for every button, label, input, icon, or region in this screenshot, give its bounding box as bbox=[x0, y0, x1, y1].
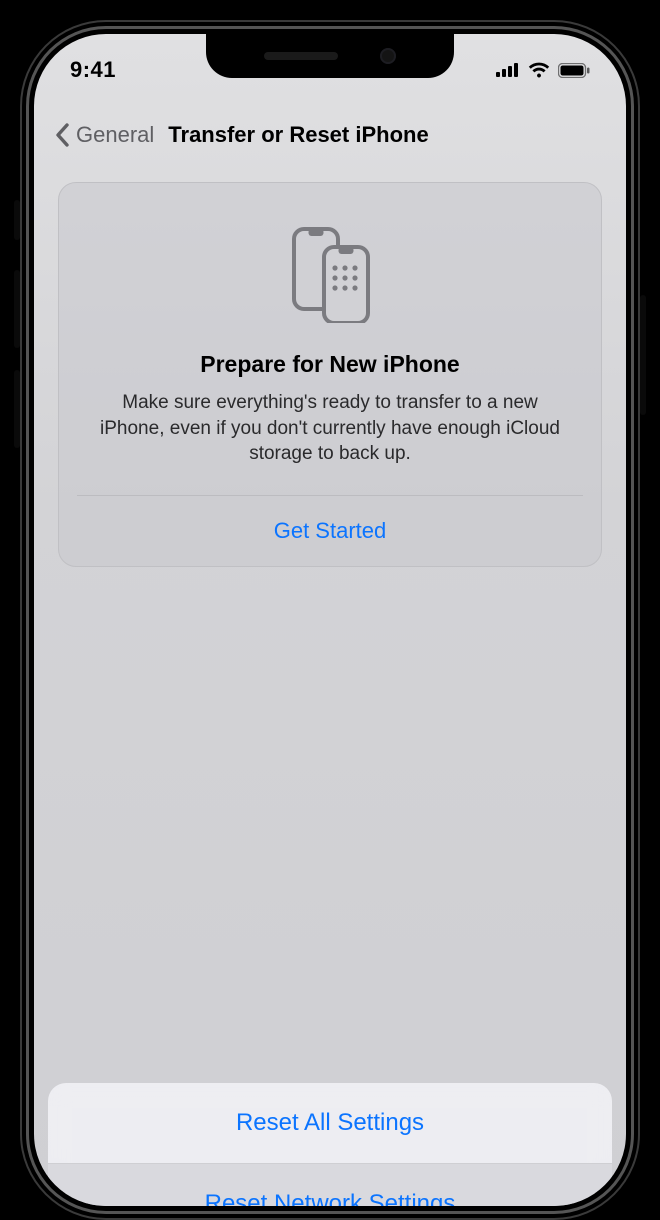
back-label: General bbox=[76, 122, 154, 148]
ring-switch bbox=[14, 200, 20, 240]
page-title: Transfer or Reset iPhone bbox=[168, 122, 428, 148]
status-indicators bbox=[496, 62, 590, 78]
wifi-icon bbox=[528, 62, 550, 78]
volume-up-button bbox=[14, 270, 20, 348]
cellular-icon bbox=[496, 63, 520, 77]
notch bbox=[206, 34, 454, 78]
volume-down-button bbox=[14, 370, 20, 448]
reset-action-sheet: Reset All Settings Reset Network Setting… bbox=[48, 1083, 612, 1206]
battery-icon bbox=[558, 63, 590, 78]
back-button[interactable]: General bbox=[54, 122, 154, 148]
screen: 9:41 bbox=[34, 34, 626, 1206]
prepare-card: Prepare for New iPhone Make sure everyth… bbox=[58, 182, 602, 567]
front-camera bbox=[380, 48, 396, 64]
reset-network-settings-button[interactable]: Reset Network Settings bbox=[48, 1164, 612, 1206]
device-frame: 9:41 bbox=[20, 20, 640, 1220]
two-phones-icon bbox=[59, 183, 601, 351]
side-button bbox=[640, 295, 646, 415]
get-started-button[interactable]: Get Started bbox=[59, 496, 601, 566]
speaker bbox=[264, 52, 338, 60]
reset-all-settings-button[interactable]: Reset All Settings bbox=[48, 1083, 612, 1163]
clock: 9:41 bbox=[70, 57, 116, 83]
card-description: Make sure everything's ready to transfer… bbox=[59, 390, 601, 495]
chevron-left-icon bbox=[54, 123, 70, 147]
card-title: Prepare for New iPhone bbox=[59, 351, 601, 378]
